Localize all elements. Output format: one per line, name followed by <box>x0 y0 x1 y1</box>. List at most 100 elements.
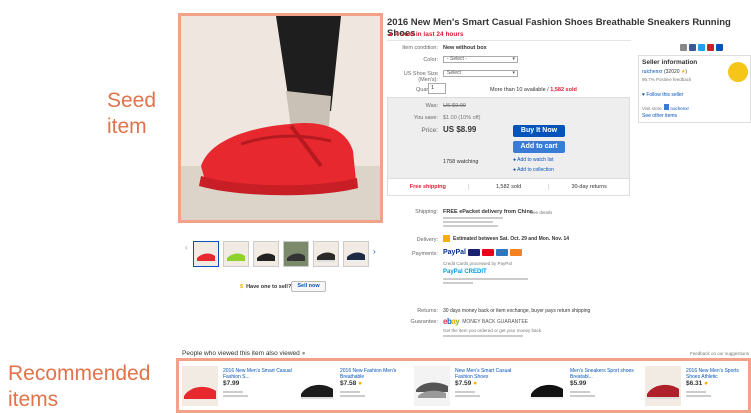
paypal-credit: PayPal CREDIT <box>443 269 487 275</box>
price-value: US $8.99 <box>443 125 477 134</box>
top-rated-badge-icon <box>728 62 748 82</box>
mastercard-icon <box>481 249 494 256</box>
dollar-icon: $ <box>240 284 244 290</box>
color-select-value: - Select - <box>447 56 468 62</box>
thumbnail-5[interactable] <box>313 241 339 267</box>
rec-item-4[interactable]: Men's Sneakers Sport shoes Breatabl... $… <box>570 368 640 397</box>
price-label: Price: <box>421 127 438 134</box>
chevron-down-icon: ▾ <box>512 70 515 76</box>
add-to-cart-button[interactable]: Add to cart <box>513 141 565 153</box>
seller-heading: Seller information <box>642 59 698 66</box>
shipping-value: FREE ePacket delivery from China <box>443 209 533 215</box>
returns-label: Returns: <box>417 308 438 314</box>
seller-name-row: ruichenxr (32020 ★) <box>642 69 688 75</box>
thumbnail-2[interactable] <box>223 241 249 267</box>
email-icon[interactable] <box>680 44 687 51</box>
was-price: US $9.99 <box>443 103 466 109</box>
watch-list-link[interactable]: ● Add to watch list <box>513 157 554 163</box>
recommended-annotation-line1: Recommended <box>8 362 151 385</box>
seed-annotation: Seed item <box>107 88 156 140</box>
shipping-fineprint <box>443 216 513 230</box>
rec-item-5[interactable]: 2016 New Men's Sports Shoes Athletic $6.… <box>686 368 748 397</box>
rec-item-2[interactable]: 2016 New Fashion Men's Breathable $7.58 … <box>340 368 410 397</box>
color-select[interactable]: - Select - ▾ <box>443 56 518 63</box>
guarantee-label: Guarantee: <box>410 319 438 325</box>
store-link[interactable]: ruichenxr <box>670 106 689 111</box>
size-label: US Shoe Size (Men's): <box>403 71 438 83</box>
condition-label: Item condition: <box>402 45 438 51</box>
red-sneaker-image <box>181 16 380 220</box>
divider <box>387 40 631 41</box>
quantity-input[interactable]: 1 <box>428 83 446 94</box>
sell-now-button[interactable]: Sell now <box>291 281 326 292</box>
heart-icon: ♥ <box>642 92 645 98</box>
see-other-items-link[interactable]: See other items <box>642 113 677 119</box>
rec-item-price: $5.99 <box>570 380 587 387</box>
guarantee-fineprint <box>443 335 523 337</box>
seed-annotation-line1: Seed <box>107 89 157 112</box>
watching-count: 1758 watching <box>443 159 479 165</box>
thumb-next-arrow[interactable]: › <box>373 247 376 256</box>
seed-annotation-line2: item <box>107 115 147 138</box>
recommended-annotation-line2: items <box>8 388 59 411</box>
store-icon <box>664 104 670 110</box>
rec-item-title[interactable]: Men's Sneakers Sport shoes Breatabl... <box>570 368 640 380</box>
twitter-icon[interactable] <box>698 44 705 51</box>
rec-item-3-image[interactable] <box>414 366 450 406</box>
star-icon: ★ <box>680 69 686 75</box>
feedback-suggestions-link[interactable]: Feedback on our suggestions <box>690 351 749 357</box>
recommended-heading-text: People who viewed this item also viewed <box>182 350 300 357</box>
thumbnail-3[interactable] <box>253 241 279 267</box>
payment-logos: PayPal <box>443 249 522 256</box>
thumbnail-1[interactable] <box>193 241 219 267</box>
pinterest-icon[interactable] <box>707 44 714 51</box>
discover-icon <box>509 249 522 256</box>
seller-feedback: 96.7% Positive feedback <box>642 77 692 82</box>
rec-item-1-image[interactable] <box>182 366 218 406</box>
availability-text: More than 10 available <box>490 87 546 93</box>
size-select[interactable]: Select ▾ <box>443 70 518 77</box>
rec-item-price: $7.99 <box>223 380 240 387</box>
rec-item-price: $6.31 ● <box>686 380 709 387</box>
buy-it-now-button[interactable]: Buy It Now <box>513 125 565 137</box>
rec-item-2-image[interactable] <box>299 366 335 406</box>
watch-list-text: Add to watch list <box>517 157 554 163</box>
rec-item-title[interactable]: 2016 New Men's Sports Shoes Athletic <box>686 368 748 380</box>
guarantee-row: ebay MONEY BACK GUARANTEE <box>443 317 528 326</box>
rec-item-price: $7.59 ● <box>455 380 478 387</box>
paypal-logo: PayPal <box>443 249 466 256</box>
ebay-logo: ebay <box>443 317 460 326</box>
follow-seller-link[interactable]: ♥ Follow this seller <box>642 92 683 98</box>
shipping-details-link[interactable]: See details <box>530 210 552 216</box>
seller-score: (32020 <box>663 69 680 75</box>
rec-item-3[interactable]: New Men's Smart Casual Fashion Shoes $7.… <box>455 368 525 397</box>
rec-item-title[interactable]: 2016 New Fashion Men's Breathable <box>340 368 410 380</box>
recommended-items-strip: 2016 New Men's Smart Casual Fashion S...… <box>176 358 751 413</box>
rec-item-5-image[interactable] <box>645 366 681 406</box>
visit-store-label: Visit store: <box>642 106 663 111</box>
sold-total: 1,582 sold <box>467 184 549 190</box>
thumbnail-6[interactable] <box>343 241 369 267</box>
was-label: Was: <box>425 103 438 109</box>
rec-item-4-image[interactable] <box>529 366 565 406</box>
facebook-icon[interactable] <box>689 44 696 51</box>
sell-prompt: Have one to sell? <box>246 284 292 290</box>
guarantee-sub: Get the item you ordered or get your mon… <box>443 328 543 333</box>
rec-item-1[interactable]: 2016 New Men's Smart Casual Fashion S...… <box>223 368 293 397</box>
collection-link[interactable]: ● Add to collection <box>513 167 554 173</box>
recommended-annotation: Recommended items <box>8 361 150 413</box>
rec-item-title[interactable]: New Men's Smart Casual Fashion Shoes <box>455 368 525 380</box>
sell-now-row: $ Have one to sell? <box>240 284 291 290</box>
thumb-prev-arrow[interactable]: ‹ <box>185 243 188 252</box>
rec-item-title[interactable]: 2016 New Men's Smart Casual Fashion S... <box>223 368 293 380</box>
sold-count-inline: 1,582 sold <box>550 87 577 93</box>
info-icon: ● <box>301 350 306 357</box>
top-rated-icon: ● <box>473 380 478 387</box>
delivery-label: Delivery: <box>416 237 438 243</box>
seller-name[interactable]: ruichenxr <box>642 69 663 75</box>
thumbnail-4[interactable] <box>283 241 309 267</box>
seed-item-image[interactable] <box>178 13 383 223</box>
share-icon[interactable] <box>716 44 723 51</box>
guarantee-value: MONEY BACK GUARANTEE <box>462 318 529 325</box>
shipping-label: Shipping: <box>415 209 438 215</box>
